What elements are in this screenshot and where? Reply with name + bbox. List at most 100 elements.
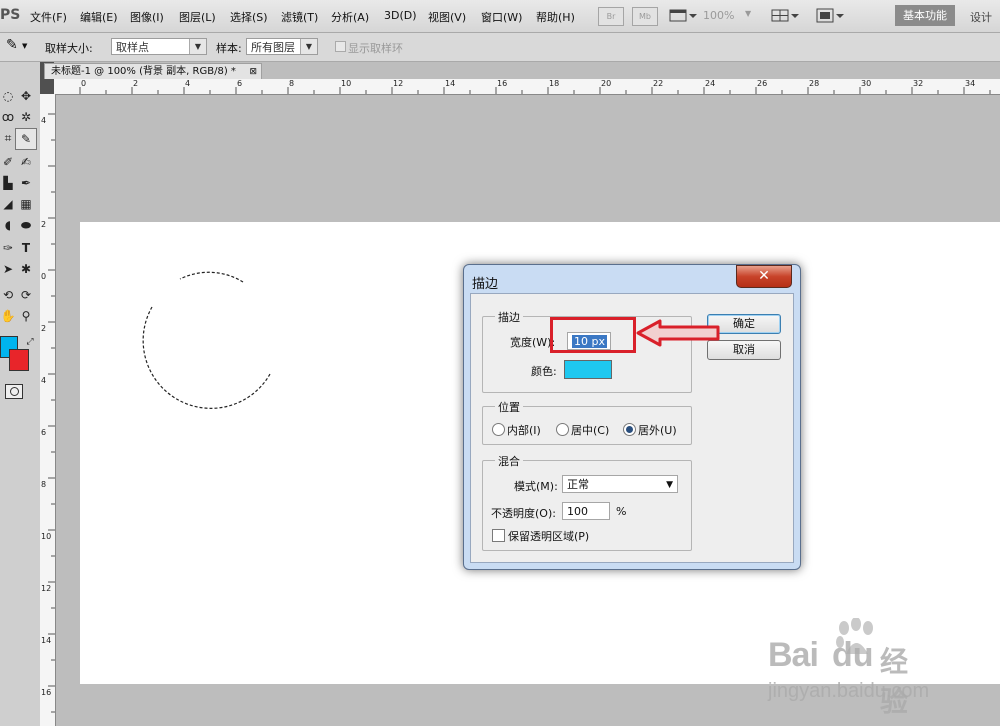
menu-file[interactable]: 文件(F) <box>30 9 67 25</box>
ruler-horizontal[interactable]: 0 2 4 6 8 10 12 14 16 18 20 22 24 26 28 … <box>54 79 1000 95</box>
quick-mask-icon[interactable] <box>5 384 23 399</box>
watermark-url: jingyan.baidu.com <box>768 680 930 702</box>
quick-select-tool-icon[interactable]: ꝏ <box>0 109 16 125</box>
clone-stamp-tool-icon[interactable]: ▙ <box>0 175 16 191</box>
pen-tool-icon[interactable]: ✑ <box>0 240 16 256</box>
ruler-tick-label: 2 <box>41 324 47 333</box>
workspace-essentials-button[interactable]: 基本功能 <box>895 5 955 26</box>
document-tab-title: 未标题-1 @ 100% (背景 副本, RGB/8) * <box>51 66 236 77</box>
outside-radio[interactable] <box>623 423 636 436</box>
move-tool-icon[interactable]: ✥ <box>18 88 34 104</box>
ruler-tick-label: 26 <box>757 79 768 88</box>
ruler-tick-label: 30 <box>861 79 872 88</box>
ruler-tick-label: 32 <box>913 79 924 88</box>
shape-tool-icon[interactable]: ✱ <box>18 261 34 277</box>
show-ring-label: 显示取样环 <box>348 42 403 55</box>
watermark-brand-2: du <box>832 636 874 674</box>
sample-select[interactable]: 所有图层 ▼ <box>246 38 318 55</box>
swap-colors-icon[interactable]: ⤢ <box>22 334 38 350</box>
sample-size-value: 取样点 <box>116 41 149 54</box>
ruler-tick-label: 16 <box>41 688 52 697</box>
ruler-tick-label: 14 <box>445 79 456 88</box>
menu-3d[interactable]: 3D(D) <box>384 9 417 22</box>
preserve-transparency-checkbox[interactable] <box>492 529 505 542</box>
magic-wand-tool-icon[interactable]: ✲ <box>18 109 34 125</box>
tool-preset-arrow-icon[interactable]: ▼ <box>22 42 27 50</box>
healing-brush-tool-icon[interactable]: ✐ <box>0 154 16 170</box>
menu-layer[interactable]: 图层(L) <box>179 9 216 25</box>
chevron-down-icon: ▼ <box>189 39 206 54</box>
menu-window[interactable]: 窗口(W) <box>481 9 522 25</box>
circle-selection-marquee[interactable] <box>140 270 285 415</box>
arrange-documents-icon[interactable] <box>770 7 800 24</box>
stroke-color-swatch[interactable] <box>564 360 612 379</box>
ruler-tick-label: 4 <box>41 376 47 385</box>
mode-select[interactable]: 正常 ▼ <box>562 475 678 493</box>
close-tab-icon[interactable]: ⊠ <box>249 64 257 80</box>
hand-tool-icon[interactable]: ✋ <box>0 308 16 324</box>
zoom-level[interactable]: 100% <box>703 9 734 22</box>
minibridge-button[interactable]: Mb <box>632 7 658 26</box>
history-brush-tool-icon[interactable]: ✒ <box>18 175 34 191</box>
ruler-tick-label: 10 <box>41 532 52 541</box>
eraser-tool-icon[interactable]: ◢ <box>0 196 16 212</box>
blend-group: 混合 模式(M): 正常 ▼ 不透明度(O): 100 % 保留透明区域(P) <box>482 453 692 551</box>
workspace-design-button[interactable]: 设计 <box>970 9 992 25</box>
zoom-tool-icon[interactable]: ⚲ <box>18 308 34 324</box>
3d-rotate-tool-icon[interactable]: ⟲ <box>0 287 16 303</box>
dodge-tool-icon[interactable]: ⬬ <box>18 217 34 233</box>
menu-select[interactable]: 选择(S) <box>230 9 268 25</box>
center-radio[interactable] <box>556 423 569 436</box>
mode-label: 模式(M): <box>514 480 558 493</box>
inside-radio[interactable] <box>492 423 505 436</box>
gradient-tool-icon[interactable]: ▦ <box>18 196 34 212</box>
sample-value: 所有图层 <box>251 41 295 54</box>
stroke-dialog: 描边 ✕ 描边 宽度(W): 10 px 颜色: 位置 内部(I) 居中(C) … <box>463 264 801 570</box>
position-group: 位置 内部(I) 居中(C) 居外(U) <box>482 399 692 445</box>
menu-view[interactable]: 视图(V) <box>428 9 466 25</box>
stroke-group-label: 描边 <box>495 309 523 325</box>
view-extras-icon[interactable] <box>668 7 698 24</box>
ruler-tick-label: 4 <box>41 116 47 125</box>
menu-filter[interactable]: 滤镜(T) <box>281 9 318 25</box>
ruler-tick-label: 10 <box>341 79 352 88</box>
sample-label: 样本: <box>216 42 242 55</box>
3d-orbit-tool-icon[interactable]: ⟳ <box>18 287 34 303</box>
opacity-input[interactable]: 100 <box>562 502 610 520</box>
outside-label: 居外(U) <box>638 424 677 437</box>
chevron-down-icon: ▼ <box>666 480 673 490</box>
bridge-button[interactable]: Br <box>598 7 624 26</box>
lasso-tool-icon[interactable]: ◌ <box>0 88 16 104</box>
screen-mode-icon[interactable] <box>815 7 845 24</box>
ruler-tick-label: 4 <box>185 79 191 88</box>
eyedropper-icon[interactable]: ✎ <box>6 37 18 53</box>
background-color-swatch[interactable] <box>9 349 29 371</box>
close-icon[interactable]: ✕ <box>736 265 792 288</box>
ruler-tick-label: 6 <box>237 79 243 88</box>
ruler-tick-label: 24 <box>705 79 716 88</box>
menu-image[interactable]: 图像(I) <box>130 9 164 25</box>
path-select-tool-icon[interactable]: ➤ <box>0 261 16 277</box>
type-tool-icon[interactable]: T <box>18 240 34 256</box>
ruler-tick-label: 16 <box>497 79 508 88</box>
crop-tool-icon[interactable]: ⌗ <box>0 130 16 146</box>
position-group-label: 位置 <box>495 399 523 415</box>
zoom-dropdown-arrow-icon[interactable]: ▼ <box>745 9 751 18</box>
ruler-vertical[interactable]: 4 2 0 2 4 6 8 10 12 14 16 <box>40 94 56 726</box>
eyedropper-tool-icon[interactable]: ✎ <box>15 128 37 150</box>
blur-tool-icon[interactable]: ◖ <box>0 217 16 233</box>
sample-size-select[interactable]: 取样点 ▼ <box>111 38 207 55</box>
annotation-highlight-box <box>550 317 636 353</box>
options-bar: ✎ ▼ 取样大小: 取样点 ▼ 样本: 所有图层 ▼ 显示取样环 <box>0 33 1000 62</box>
menu-edit[interactable]: 编辑(E) <box>80 9 118 25</box>
ruler-tick-label: 0 <box>81 79 87 88</box>
menu-help[interactable]: 帮助(H) <box>536 9 575 25</box>
ruler-tick-label: 2 <box>133 79 139 88</box>
ruler-tick-label: 14 <box>41 636 52 645</box>
toolbox: ◌ ✥ ꝏ ✲ ⌗ ✎ ✐ ✍ ▙ ✒ ◢ ▦ ◖ ⬬ ✑ T ➤ ✱ ⟲ ⟳ … <box>0 62 40 726</box>
menu-analysis[interactable]: 分析(A) <box>331 9 369 25</box>
ruler-tick-label: 34 <box>965 79 976 88</box>
show-ring-checkbox[interactable] <box>335 41 346 52</box>
document-tab[interactable]: 未标题-1 @ 100% (背景 副本, RGB/8) * ⊠ <box>44 63 262 79</box>
brush-tool-icon[interactable]: ✍ <box>18 154 34 170</box>
